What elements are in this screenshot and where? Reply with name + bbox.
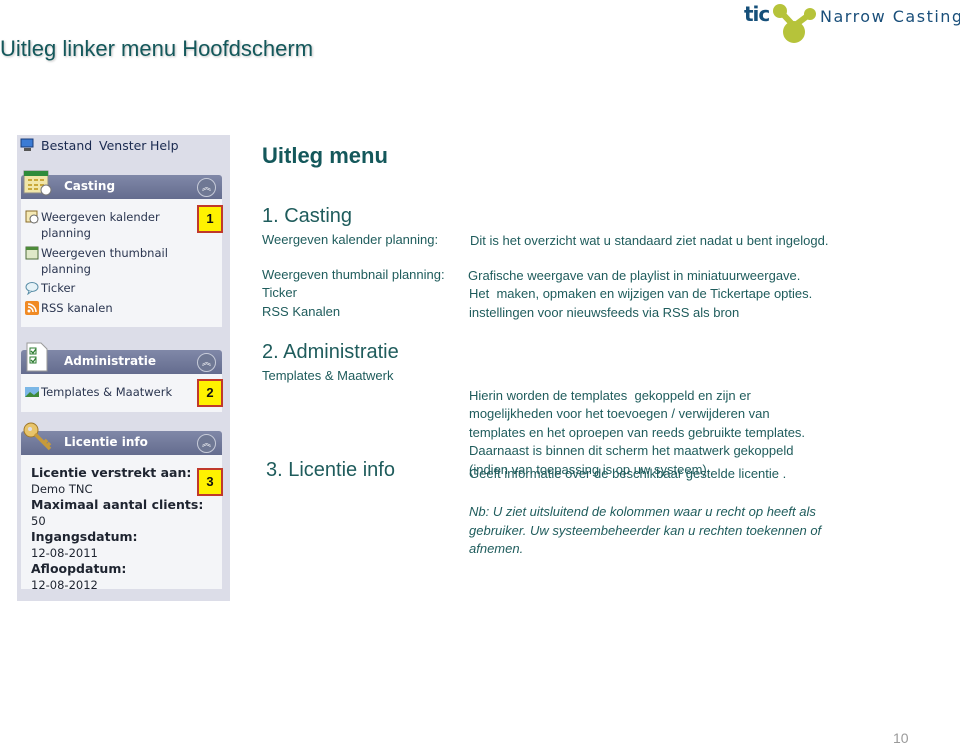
callout-badge-1: 1: [197, 205, 223, 233]
group-title: Casting: [64, 179, 116, 193]
group-title: Administratie: [64, 354, 157, 368]
row-description: instellingen voor nieuwsfeeds via RSS al…: [469, 305, 740, 320]
key-icon: [23, 422, 52, 451]
app-menubar: Bestand Venster Help: [17, 135, 230, 157]
license-value: 12-08-2012: [31, 578, 98, 592]
menu-bestand[interactable]: Bestand: [41, 138, 92, 153]
row-description: Het maken, opmaken en wijzigen van de Ti…: [469, 286, 813, 301]
license-label: Maximaal aantal clients:: [31, 497, 204, 512]
group-body-casting: Weergeven kalender planning Weergeven th…: [21, 199, 223, 327]
nav-item-label: Ticker: [41, 281, 76, 295]
nav-item-label: planning: [41, 262, 91, 276]
license-value: 50: [31, 514, 46, 528]
page-number: 10: [893, 730, 909, 746]
row-label: Weergeven thumbnail planning:: [262, 267, 445, 282]
license-label: Afloopdatum:: [31, 561, 127, 576]
license-label: Ingangsdatum:: [31, 529, 138, 544]
license-info: Licentie verstrekt aan: Demo TNC Maximaa…: [31, 465, 203, 593]
menu-help[interactable]: Help: [150, 138, 179, 153]
content-heading: Uitleg menu: [262, 143, 388, 168]
note: Nb: U ziet uitsluitend de kolommen waar …: [469, 503, 821, 559]
nav-item-weergeven-thumbnail-planning[interactable]: Weergeven thumbnail planning: [25, 245, 168, 277]
note-line: Nb: U ziet uitsluitend de kolommen waar …: [469, 504, 816, 519]
note-line: gebruiker. Uw systeembeheerder kan u rec…: [469, 522, 822, 538]
group-body-administratie: Templates & Maatwerk 2: [21, 374, 223, 412]
nav-item-label: Templates & Maatwerk: [41, 385, 173, 399]
row-label: Templates & Maatwerk: [262, 368, 394, 383]
license-value: Demo TNC: [31, 482, 93, 496]
tic-narrow-casting-logo: tic Narrow Casting: [742, 2, 960, 44]
menu-screenshot: Bestand Venster Help Casting ︽ Weergeven…: [17, 135, 230, 601]
rss-icon: [25, 301, 39, 315]
nav-item-weergeven-kalender-planning[interactable]: Weergeven kalender planning: [25, 209, 160, 241]
speech-bubble-icon: [25, 282, 39, 295]
nav-item-label: Weergeven kalender: [41, 210, 160, 224]
license-label: Licentie verstrekt aan:: [31, 465, 192, 480]
nav-item-ticker[interactable]: Ticker: [25, 280, 76, 296]
collapse-chevron-icon[interactable]: ︽: [197, 434, 216, 453]
logo-mark: tic: [744, 2, 770, 26]
desc-line: templates en het oproepen van reeds gebr…: [469, 424, 806, 440]
row-label: RSS Kanalen: [262, 304, 341, 319]
collapse-chevron-icon[interactable]: ︽: [197, 353, 216, 372]
section-title-administratie: 2. Administratie: [262, 341, 399, 363]
section-title-casting: 1. Casting: [262, 205, 353, 227]
group-body-licentie-info: Licentie verstrekt aan: Demo TNC Maximaa…: [21, 455, 223, 592]
collapse-chevron-icon[interactable]: ︽: [197, 178, 216, 197]
nav-item-label: planning: [41, 226, 91, 240]
computer-icon: [20, 138, 34, 151]
nav-item-label: RSS kanalen: [41, 301, 113, 315]
molecule-logo-icon: [773, 4, 816, 43]
logo-brand-text: Narrow Casting: [820, 7, 960, 26]
row-label: Ticker: [262, 285, 297, 300]
group-header-administratie[interactable]: Administratie ︽: [21, 350, 222, 374]
row-description: Dit is het overzicht wat u standaard zie…: [470, 233, 829, 248]
nav-item-templates-maatwerk[interactable]: Templates & Maatwerk: [25, 384, 173, 400]
desc-line: Daarnaast is binnen dit scherm het maatw…: [469, 443, 794, 458]
desc-line: mogelijkheden voor het toevoegen / verwi…: [469, 406, 770, 421]
desc-line: Hierin worden de templates gekoppeld en …: [469, 387, 751, 403]
landscape-image-icon: [25, 387, 39, 397]
license-value: 12-08-2011: [31, 546, 98, 560]
checklist-icon: [26, 342, 48, 372]
row-label: Weergeven kalender planning:: [262, 232, 439, 247]
menu-venster[interactable]: Venster: [99, 138, 146, 153]
callout-badge-3: 3: [197, 468, 223, 496]
note-line: afnemen.: [469, 541, 524, 556]
thumbnail-icon: [25, 246, 39, 260]
section-title-licentie-info: 3. Licentie info: [266, 459, 395, 481]
nav-item-rss-kanalen[interactable]: RSS kanalen: [25, 300, 113, 316]
calendar-clock-icon: [25, 210, 39, 224]
row-description: Geeft informatie over de beschikbaar ges…: [469, 466, 787, 481]
page-title: Uitleg linker menu Hoofdscherm: [0, 36, 314, 61]
calendar-icon: [23, 170, 52, 196]
group-title: Licentie info: [64, 435, 148, 449]
nav-item-label: Weergeven thumbnail: [41, 246, 168, 260]
callout-badge-2: 2: [197, 379, 223, 407]
row-description: Grafische weergave van de playlist in mi…: [468, 268, 801, 283]
